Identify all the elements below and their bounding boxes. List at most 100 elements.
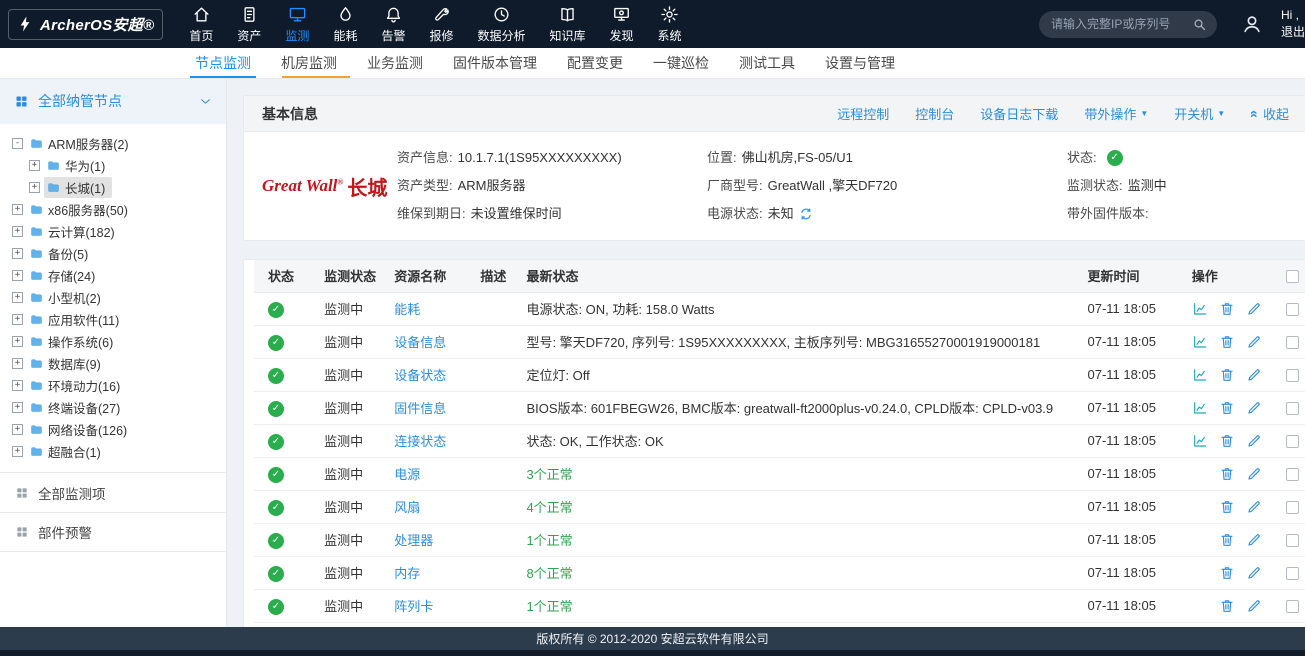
- delete-icon[interactable]: [1219, 466, 1235, 482]
- resource-link-fan[interactable]: 风扇: [394, 500, 420, 515]
- chart-icon[interactable]: [1192, 367, 1208, 383]
- tab-room-monitor[interactable]: 机房监测: [266, 48, 352, 78]
- resource-link-firmware-info[interactable]: 固件信息: [394, 401, 446, 416]
- tab-business-monitor[interactable]: 业务监测: [352, 48, 438, 78]
- expand-node-icon[interactable]: +: [12, 446, 23, 457]
- tree-node-box[interactable]: 应用软件(11): [27, 309, 126, 330]
- tree-node-box[interactable]: 云计算(182): [27, 221, 122, 242]
- edit-icon[interactable]: [1246, 367, 1262, 383]
- tree-node-box[interactable]: 超融合(1): [27, 441, 108, 462]
- delete-icon[interactable]: [1219, 433, 1235, 449]
- resource-link-connection-status[interactable]: 连接状态: [394, 434, 446, 449]
- resource-link-memory[interactable]: 内存: [394, 566, 420, 581]
- tree-node-box[interactable]: 环境动力(16): [27, 375, 127, 396]
- expand-node-icon[interactable]: +: [12, 226, 23, 237]
- expand-node-icon[interactable]: +: [12, 336, 23, 347]
- tree-node-hci[interactable]: + 超融合(1): [0, 440, 226, 462]
- row-checkbox[interactable]: [1286, 303, 1299, 316]
- tree-node-backup[interactable]: +备份(5): [0, 242, 226, 264]
- action-oob-operation[interactable]: 带外操作▼: [1071, 104, 1161, 123]
- cell-latest-status[interactable]: 8个正常: [512, 556, 1073, 589]
- cell-latest-status[interactable]: 4个正常: [512, 490, 1073, 523]
- resource-link-power[interactable]: 电源: [394, 467, 420, 482]
- action-remote-control[interactable]: 远程控制: [824, 104, 902, 123]
- expand-node-icon[interactable]: +: [12, 292, 23, 303]
- tree-node-box[interactable]: 长城(1): [44, 177, 112, 198]
- edit-icon[interactable]: [1246, 532, 1262, 548]
- search-input[interactable]: [1051, 17, 1192, 31]
- tab-one-key-inspection[interactable]: 一键巡检: [638, 48, 724, 78]
- sidebar-header-all-nodes[interactable]: 全部纳管节点: [0, 78, 226, 124]
- nav-item-alarm[interactable]: 告警: [369, 0, 417, 48]
- tree-node-box[interactable]: 数据库(9): [27, 353, 108, 374]
- cell-latest-status[interactable]: 1个正常: [512, 589, 1073, 622]
- expand-node-icon[interactable]: +: [12, 314, 23, 325]
- user-icon[interactable]: [1241, 13, 1263, 35]
- tree-node-box[interactable]: x86服务器(50): [27, 199, 135, 220]
- search-icon[interactable]: [1192, 17, 1207, 32]
- action-console[interactable]: 控制台: [902, 104, 967, 123]
- row-checkbox[interactable]: [1286, 567, 1299, 580]
- delete-icon[interactable]: [1219, 598, 1235, 614]
- expand-node-icon[interactable]: +: [12, 358, 23, 369]
- nav-item-repair[interactable]: 报修: [417, 0, 465, 48]
- nav-item-knowledge[interactable]: 知识库: [538, 0, 598, 48]
- tree-node-cloud-computing[interactable]: + 云计算(182): [0, 220, 226, 242]
- sidebar-item-component-alerts[interactable]: 部件预警: [0, 512, 226, 552]
- expand-node-icon[interactable]: +: [29, 182, 40, 193]
- edit-icon[interactable]: [1246, 499, 1262, 515]
- tree-node-box[interactable]: 小型机(2): [27, 287, 108, 308]
- tree-node-box[interactable]: 存储(24): [27, 265, 102, 286]
- row-checkbox[interactable]: [1286, 369, 1299, 382]
- tab-node-monitor[interactable]: 节点监测: [180, 48, 266, 78]
- row-checkbox[interactable]: [1286, 534, 1299, 547]
- chart-icon[interactable]: [1192, 433, 1208, 449]
- expand-node-icon[interactable]: +: [12, 424, 23, 435]
- resource-link-device-info[interactable]: 设备信息: [394, 335, 446, 350]
- nav-item-discovery[interactable]: 发现: [598, 0, 646, 48]
- tree-node-app-software[interactable]: + 应用软件(11): [0, 308, 226, 330]
- tree-node-arm-servers[interactable]: -ARM服务器(2): [0, 132, 226, 154]
- sidebar-item-all-monitor-items[interactable]: 全部监测项: [0, 472, 226, 512]
- expand-node-icon[interactable]: +: [12, 402, 23, 413]
- resource-link-raid-card[interactable]: 阵列卡: [394, 599, 433, 614]
- tree-node-box[interactable]: 华为(1): [44, 155, 112, 176]
- chart-icon[interactable]: [1192, 301, 1208, 317]
- tree-node-box[interactable]: 备份(5): [27, 243, 95, 264]
- delete-icon[interactable]: [1219, 367, 1235, 383]
- edit-icon[interactable]: [1246, 433, 1262, 449]
- tree-node-x86-servers[interactable]: +x86服务器(50): [0, 198, 226, 220]
- action-power-switch[interactable]: 开关机▼: [1161, 104, 1238, 123]
- cell-latest-status[interactable]: 3个正常: [512, 457, 1073, 490]
- tree-node-operating-system[interactable]: +操作系统(6): [0, 330, 226, 352]
- resource-link-energy[interactable]: 能耗: [394, 302, 420, 317]
- search-box[interactable]: [1039, 11, 1217, 38]
- row-checkbox[interactable]: [1286, 435, 1299, 448]
- delete-icon[interactable]: [1219, 499, 1235, 515]
- tab-firmware-version[interactable]: 固件版本管理: [438, 48, 552, 78]
- tree-node-storage[interactable]: +存储(24): [0, 264, 226, 286]
- delete-icon[interactable]: [1219, 532, 1235, 548]
- select-all-checkbox[interactable]: [1286, 270, 1299, 283]
- tree-node-box[interactable]: ARM服务器(2): [27, 133, 136, 154]
- nav-item-analysis[interactable]: 数据分析: [465, 0, 537, 48]
- edit-icon[interactable]: [1246, 598, 1262, 614]
- tree-node-minicomputer[interactable]: + 小型机(2): [0, 286, 226, 308]
- chevron-down-icon[interactable]: [199, 95, 212, 108]
- row-checkbox[interactable]: [1286, 501, 1299, 514]
- delete-icon[interactable]: [1219, 301, 1235, 317]
- delete-icon[interactable]: [1219, 400, 1235, 416]
- resource-link-processor[interactable]: 处理器: [394, 533, 433, 548]
- nav-item-assets[interactable]: 资产: [225, 0, 273, 48]
- delete-icon[interactable]: [1219, 334, 1235, 350]
- row-checkbox[interactable]: [1286, 468, 1299, 481]
- action-collapse[interactable]: «收起: [1238, 104, 1302, 123]
- nav-item-energy[interactable]: 能耗: [321, 0, 369, 48]
- cell-latest-status[interactable]: 1个正常: [512, 523, 1073, 556]
- edit-icon[interactable]: [1246, 466, 1262, 482]
- row-checkbox[interactable]: [1286, 600, 1299, 613]
- tree-node-database[interactable]: + 数据库(9): [0, 352, 226, 374]
- edit-icon[interactable]: [1246, 301, 1262, 317]
- edit-icon[interactable]: [1246, 400, 1262, 416]
- logout-link[interactable]: 退出: [1281, 24, 1305, 41]
